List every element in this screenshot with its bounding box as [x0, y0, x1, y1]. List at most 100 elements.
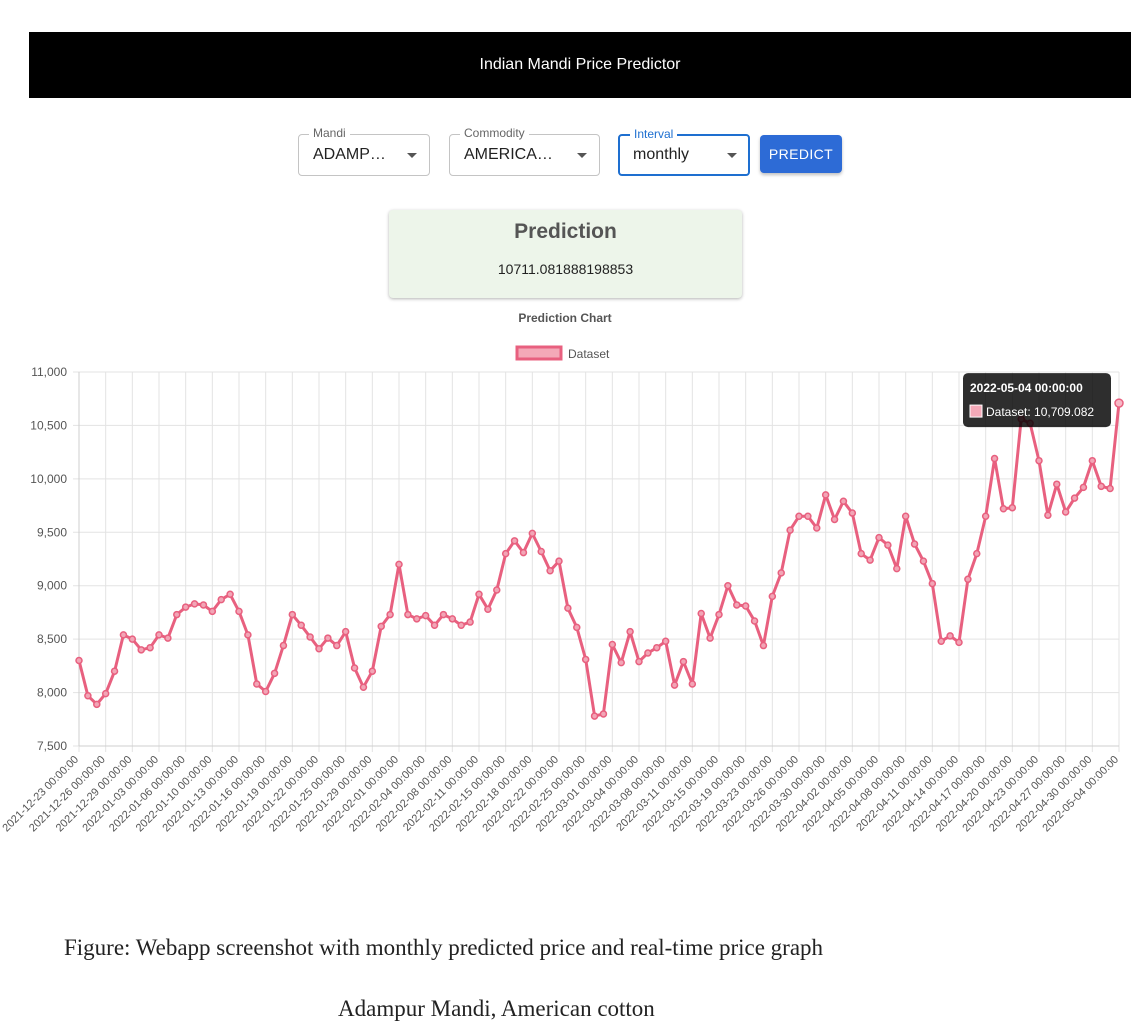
data-point[interactable] [279, 641, 288, 650]
data-point[interactable] [777, 569, 785, 577]
data-point[interactable] [306, 633, 314, 641]
data-point[interactable] [973, 549, 981, 558]
data-point[interactable] [555, 557, 563, 565]
data-point[interactable] [928, 579, 937, 588]
data-point[interactable] [75, 656, 83, 665]
data-point[interactable] [519, 548, 528, 557]
data-point[interactable] [501, 549, 510, 558]
mandi-select[interactable]: Mandi ADAMP… [298, 126, 430, 176]
data-point[interactable] [786, 526, 794, 534]
data-point[interactable] [626, 627, 634, 636]
data-point[interactable] [457, 621, 465, 630]
data-point[interactable] [528, 529, 537, 538]
data-point[interactable] [235, 607, 243, 616]
data-point[interactable] [1088, 456, 1097, 465]
data-point[interactable] [661, 637, 670, 646]
data-point[interactable] [964, 575, 972, 584]
data-point[interactable] [119, 631, 128, 639]
data-point[interactable] [93, 700, 101, 709]
data-point[interactable] [164, 634, 172, 642]
data-point[interactable] [324, 634, 332, 642]
data-point[interactable] [617, 658, 625, 667]
data-point[interactable] [1053, 480, 1061, 488]
data-point[interactable] [101, 689, 110, 698]
data-point[interactable] [421, 611, 430, 620]
data-point[interactable] [937, 637, 945, 646]
data-point[interactable] [679, 657, 688, 666]
data-point[interactable] [137, 646, 145, 654]
data-point[interactable] [875, 533, 883, 542]
data-point[interactable] [955, 638, 963, 647]
data-point[interactable] [715, 610, 723, 619]
data-point[interactable] [884, 541, 892, 549]
data-point[interactable] [706, 634, 714, 642]
data-point[interactable] [217, 595, 225, 604]
data-point[interactable] [484, 605, 492, 613]
data-point[interactable] [208, 607, 217, 616]
data-point[interactable] [759, 641, 768, 650]
interval-select[interactable]: Interval monthly [618, 127, 750, 176]
data-point[interactable] [359, 683, 368, 691]
data-point[interactable] [653, 643, 661, 652]
data-point[interactable] [564, 604, 572, 612]
data-point[interactable] [288, 610, 297, 619]
data-point[interactable] [848, 509, 857, 517]
data-point[interactable] [795, 512, 803, 521]
data-point[interactable] [386, 610, 394, 619]
data-point[interactable] [110, 667, 119, 675]
data-point[interactable] [635, 657, 643, 666]
data-point[interactable] [768, 592, 777, 601]
data-point[interactable] [448, 615, 457, 623]
data-point[interactable] [173, 610, 181, 619]
data-point[interactable] [466, 618, 474, 626]
data-point[interactable] [1079, 483, 1088, 492]
data-point[interactable] [839, 497, 848, 506]
data-point[interactable] [430, 621, 439, 630]
data-point[interactable] [573, 623, 581, 632]
data-point[interactable] [297, 621, 305, 630]
data-point[interactable] [946, 632, 954, 640]
data-point[interactable] [813, 524, 821, 532]
data-point[interactable] [608, 640, 617, 649]
data-point[interactable] [270, 669, 279, 678]
data-point[interactable] [226, 590, 234, 599]
data-point[interactable] [581, 655, 590, 664]
data-point[interactable] [413, 615, 421, 623]
data-point[interactable] [341, 627, 350, 636]
data-point[interactable] [1044, 511, 1052, 519]
data-point[interactable] [199, 601, 208, 609]
data-point[interactable] [128, 635, 137, 643]
data-point[interactable] [741, 602, 750, 610]
data-point[interactable] [315, 645, 323, 653]
data-point[interactable] [981, 512, 990, 521]
data-point[interactable] [493, 586, 501, 594]
data-point[interactable] [404, 610, 412, 619]
data-point[interactable] [724, 581, 732, 590]
data-point[interactable] [821, 491, 830, 499]
data-point[interactable] [84, 692, 92, 700]
data-point[interactable] [1035, 456, 1043, 465]
data-point[interactable] [333, 641, 341, 650]
predict-button[interactable]: PREDICT [760, 135, 842, 173]
data-point[interactable] [1070, 494, 1079, 502]
data-point[interactable] [510, 537, 519, 545]
data-point[interactable] [1008, 503, 1017, 512]
data-point[interactable] [261, 687, 270, 696]
data-point[interactable] [688, 680, 697, 688]
data-point[interactable] [910, 540, 919, 548]
data-point[interactable] [1097, 482, 1105, 491]
data-point[interactable] [155, 631, 163, 639]
data-point[interactable] [999, 505, 1008, 513]
data-point[interactable] [804, 512, 812, 521]
data-point[interactable] [599, 710, 608, 718]
data-point[interactable] [1061, 508, 1070, 516]
data-point[interactable] [146, 643, 154, 652]
data-point[interactable] [1114, 398, 1124, 408]
data-point[interactable] [644, 649, 652, 657]
data-point[interactable] [1106, 484, 1114, 493]
data-point[interactable] [439, 610, 448, 619]
data-point[interactable] [590, 712, 599, 720]
data-point[interactable] [350, 664, 359, 672]
data-point[interactable] [901, 512, 910, 521]
data-point[interactable] [830, 515, 839, 524]
